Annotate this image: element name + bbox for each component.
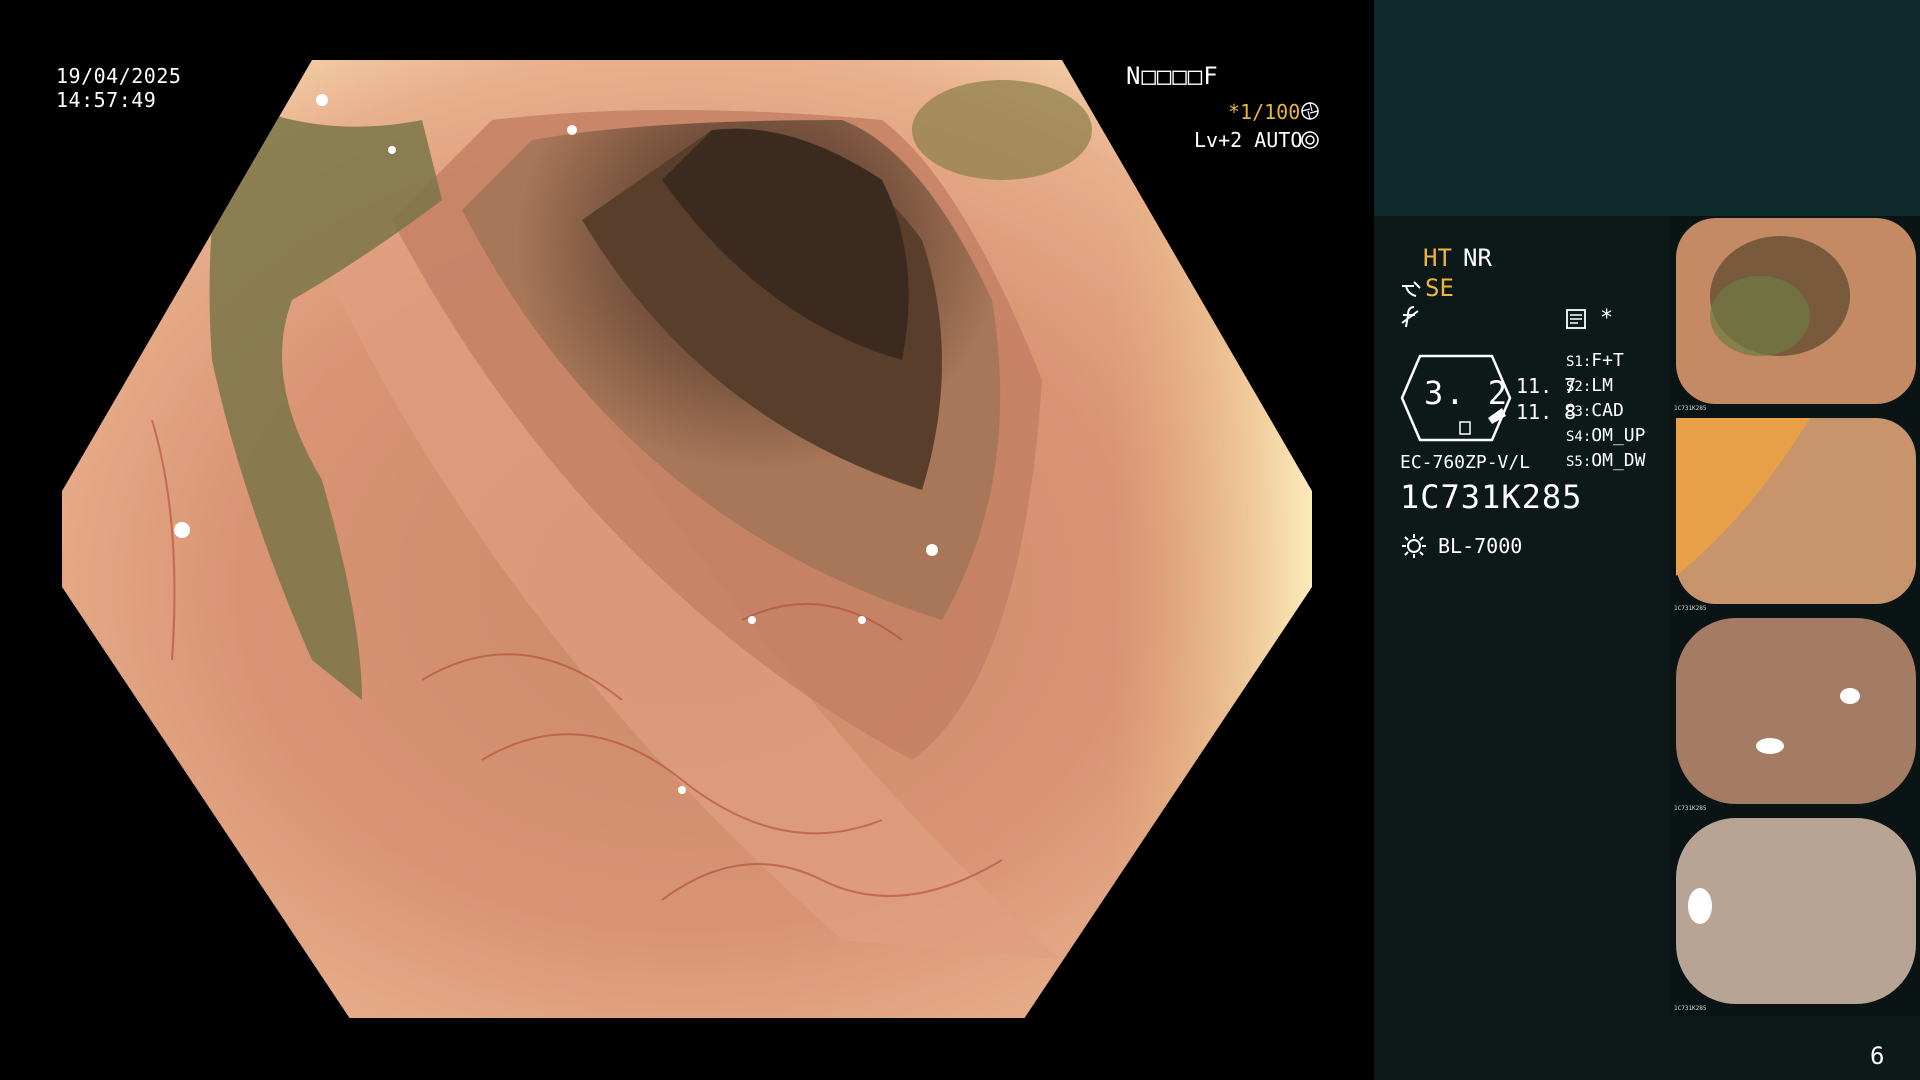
- switch-s5: S5:OM_DW: [1566, 450, 1645, 471]
- exam-time: 14:57:49: [56, 88, 157, 112]
- light-source-icon: [1402, 534, 1426, 558]
- capture-thumbnail[interactable]: 1C731K285: [1670, 816, 1920, 1016]
- aperture-icon: [1301, 102, 1319, 120]
- memo-icon: [1566, 309, 1586, 329]
- switch-key: S2:: [1566, 379, 1592, 395]
- switch-s4: S4:OM_UP: [1566, 425, 1645, 446]
- thumbnail-image: [1676, 218, 1916, 404]
- switch-s3: S3:CAD: [1566, 400, 1624, 421]
- switch-key: S1:: [1566, 354, 1592, 370]
- switch-s1: S1:F+T: [1566, 350, 1624, 371]
- page-number: 6: [1870, 1042, 1885, 1070]
- thumbnail-label: 1C731K285: [1674, 405, 1707, 412]
- thumbnail-label: 1C731K285: [1674, 605, 1707, 612]
- mode-se: SE: [1425, 274, 1454, 302]
- thumbnail-label: 1C731K285: [1674, 805, 1707, 812]
- capture-thumbnail[interactable]: 1C731K285: [1670, 216, 1920, 416]
- switch-value: F+T: [1591, 350, 1624, 371]
- thumbnail-image: [1676, 618, 1916, 804]
- switch-value: LM: [1591, 375, 1613, 396]
- brightness-level: Lv+2 AUTO: [1194, 128, 1303, 152]
- switch-key: S5:: [1566, 454, 1592, 470]
- colon-lumen-image: [62, 60, 1312, 1018]
- structure-enhance-icon: [1402, 281, 1421, 297]
- capture-thumbnail[interactable]: 1C731K285: [1670, 416, 1920, 616]
- panel-header: [1374, 0, 1920, 216]
- mode-nr: NR: [1463, 244, 1492, 272]
- switch-value: OM_UP: [1591, 425, 1646, 446]
- exam-date: 19/04/2025: [56, 64, 182, 88]
- switch-value: OM_DW: [1591, 450, 1646, 471]
- switch-key: S3:: [1566, 404, 1592, 420]
- mode-ht: HT: [1423, 244, 1452, 272]
- scope-model: EC-760ZP-V/L: [1400, 452, 1531, 473]
- thumbnail-image: [1676, 818, 1916, 1004]
- scope-serial: 1C731K285: [1400, 478, 1583, 516]
- patient-id: N□□□□F: [1126, 62, 1219, 90]
- switch-value: CAD: [1591, 400, 1624, 421]
- zoom-value: 3. 2: [1424, 374, 1510, 412]
- thumbnail-image: [1676, 418, 1916, 604]
- capture-thumbnail[interactable]: 1C731K285: [1670, 616, 1920, 816]
- thumbnail-label: 1C731K285: [1674, 1005, 1707, 1012]
- capture-marker: *: [1600, 306, 1614, 331]
- shutter-speed: *1/100: [1228, 100, 1301, 124]
- endoscope-view: [62, 60, 1312, 1018]
- switch-s2: S2:LM: [1566, 375, 1613, 396]
- freeze-icon: [1401, 306, 1419, 328]
- auto-iris-icon: [1301, 131, 1319, 149]
- switch-key: S4:: [1566, 429, 1592, 445]
- light-source-model: BL-7000: [1438, 534, 1523, 558]
